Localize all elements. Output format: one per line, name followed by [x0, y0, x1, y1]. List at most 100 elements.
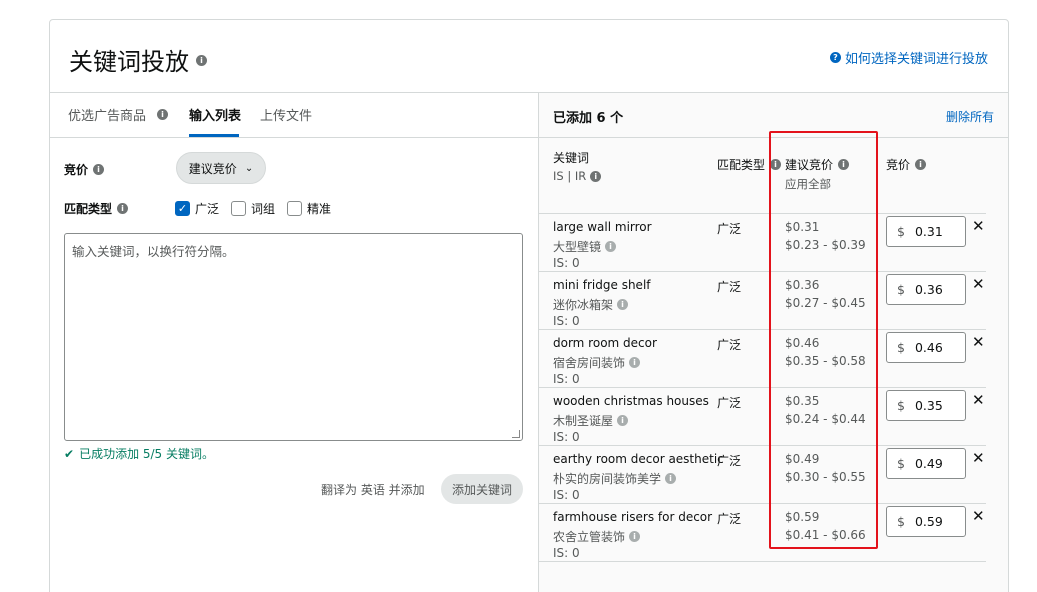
- add-keywords-button[interactable]: 添加关键词: [441, 474, 523, 504]
- match-type-value: 广泛: [717, 396, 742, 410]
- column-suggested-bid: 建议竞价 i 应用全部: [785, 156, 850, 192]
- table-row: earthy room decor aesthetic 朴实的房间装饰美学 i I…: [539, 446, 986, 504]
- impression-share: IS: 0: [553, 430, 580, 444]
- keyword-translation: 迷你冰箱架: [553, 298, 614, 312]
- help-link-label: 如何选择关键词进行投放: [844, 52, 988, 67]
- column-keyword: 关键词 IS | IR i: [553, 149, 602, 183]
- match-exact-checkbox[interactable]: 精准: [287, 200, 331, 217]
- impression-share: IS: 0: [553, 372, 580, 386]
- checkbox-box: [231, 201, 247, 216]
- keyword-text: large wall mirror: [553, 220, 652, 234]
- keyword-text: dorm room decor: [553, 336, 657, 350]
- match-type-value: 广泛: [717, 454, 742, 468]
- bid-input[interactable]: $0.46: [886, 332, 966, 363]
- table-row: mini fridge shelf 迷你冰箱架 i IS: 0 广泛 $0.36 …: [539, 272, 986, 330]
- table-row: wooden christmas houses 木制圣诞屋 i IS: 0 广泛 …: [539, 388, 986, 446]
- apply-all-link[interactable]: 应用全部: [785, 176, 849, 192]
- checkbox-box: [287, 201, 303, 216]
- tab-enter-list[interactable]: 输入列表: [189, 105, 241, 124]
- card-header: 关键词投放 i ? 如何选择关键词进行投放: [50, 20, 1008, 93]
- info-icon[interactable]: i: [590, 170, 602, 182]
- suggested-bid-value: $0.31: [785, 220, 820, 234]
- suggested-bid-range: $0.30 - $0.55: [785, 470, 866, 484]
- right-pane: 已添加 6 个 删除所有 关键词 IS | IR i 匹配类型 i 建议竞价 i…: [538, 93, 1008, 592]
- bid-input[interactable]: $0.49: [886, 448, 966, 479]
- suggested-bid-range: $0.35 - $0.58: [785, 354, 866, 368]
- info-icon[interactable]: i: [117, 203, 129, 214]
- match-type-value: 广泛: [717, 512, 742, 526]
- active-tab-indicator: [189, 134, 239, 137]
- match-type-value: 广泛: [717, 222, 742, 236]
- bid-input[interactable]: $0.31: [886, 216, 966, 247]
- remove-keyword-icon[interactable]: ✕: [972, 333, 985, 351]
- info-icon[interactable]: i: [93, 164, 105, 175]
- suggested-bid-range: $0.27 - $0.45: [785, 296, 866, 310]
- keyword-translation: 宿舍房间装饰: [553, 356, 626, 370]
- keyword-translation: 农舍立管装饰: [553, 530, 626, 544]
- column-match-type: 匹配类型 i: [717, 156, 782, 173]
- info-icon[interactable]: i: [770, 159, 782, 170]
- impression-share: IS: 0: [553, 314, 580, 328]
- keyword-text: mini fridge shelf: [553, 278, 651, 292]
- match-phrase-checkbox[interactable]: 词组: [231, 200, 275, 217]
- resize-grip-icon[interactable]: [512, 430, 520, 438]
- info-icon[interactable]: i: [617, 415, 629, 426]
- translate-option[interactable]: 翻译为 英语 并添加: [321, 481, 425, 498]
- keyword-translation: 朴实的房间装饰美学: [553, 472, 662, 486]
- match-type-value: 广泛: [717, 280, 742, 294]
- textarea-placeholder: 输入关键词，以换行符分隔。: [72, 244, 235, 259]
- match-type-label: 匹配类型 i: [64, 200, 129, 217]
- success-message: ✔ 已成功添加 5/5 关键词。: [64, 446, 215, 462]
- remove-keyword-icon[interactable]: ✕: [972, 391, 985, 409]
- info-icon[interactable]: i: [838, 159, 850, 170]
- info-icon[interactable]: i: [629, 531, 641, 542]
- info-icon[interactable]: i: [915, 159, 927, 170]
- suggested-bid-range: $0.24 - $0.44: [785, 412, 866, 426]
- added-header: 已添加 6 个 删除所有: [539, 93, 1008, 138]
- page-title: 关键词投放: [69, 48, 189, 76]
- left-pane: 优选广告商品 i 输入列表 上传文件 竞价 i 建议竞价 ⌄ 匹配类型 i ✓: [50, 93, 538, 592]
- tab-upload-file[interactable]: 上传文件: [260, 105, 312, 124]
- bid-input[interactable]: $0.59: [886, 506, 966, 537]
- match-type-options: ✓ 广泛 词组 精准: [175, 200, 331, 217]
- column-bid: 竞价 i: [886, 156, 927, 173]
- remove-keyword-icon[interactable]: ✕: [972, 217, 985, 235]
- remove-keyword-icon[interactable]: ✕: [972, 275, 985, 293]
- match-type-value: 广泛: [717, 338, 742, 352]
- suggested-bid-value: $0.36: [785, 278, 820, 292]
- delete-all-link[interactable]: 删除所有: [946, 108, 994, 125]
- keyword-textarea[interactable]: 输入关键词，以换行符分隔。: [64, 233, 523, 441]
- remove-keyword-icon[interactable]: ✕: [972, 507, 985, 525]
- info-icon[interactable]: i: [605, 241, 617, 252]
- info-icon[interactable]: i: [196, 55, 207, 66]
- impression-share: IS: 0: [553, 488, 580, 502]
- bid-type-dropdown[interactable]: 建议竞价 ⌄: [176, 152, 266, 184]
- match-broad-checkbox[interactable]: ✓ 广泛: [175, 200, 219, 217]
- info-icon[interactable]: i: [617, 299, 629, 310]
- info-icon[interactable]: i: [665, 473, 677, 484]
- keyword-translation: 木制圣诞屋: [553, 414, 614, 428]
- tab-recommended-products[interactable]: 优选广告商品 i: [68, 105, 169, 124]
- check-icon: ✔: [64, 446, 75, 461]
- info-icon[interactable]: i: [157, 109, 169, 120]
- keyword-text: wooden christmas houses: [553, 394, 709, 408]
- keyword-text: farmhouse risers for decor: [553, 510, 713, 524]
- help-link[interactable]: ? 如何选择关键词进行投放: [829, 48, 988, 67]
- table-row: large wall mirror 大型壁镜 i IS: 0 广泛 $0.31 $…: [539, 214, 986, 272]
- table-row: dorm room decor 宿舍房间装饰 i IS: 0 广泛 $0.46 $…: [539, 330, 986, 388]
- bid-label: 竞价 i: [64, 161, 105, 178]
- question-icon: ?: [829, 52, 841, 63]
- keyword-translation: 大型壁镜: [553, 240, 602, 254]
- suggested-bid-range: $0.23 - $0.39: [785, 238, 866, 252]
- keyword-text: earthy room decor aesthetic: [553, 452, 724, 466]
- impression-share: IS: 0: [553, 256, 580, 270]
- bid-input[interactable]: $0.35: [886, 390, 966, 421]
- remove-keyword-icon[interactable]: ✕: [972, 449, 985, 467]
- suggested-bid-range: $0.41 - $0.66: [785, 528, 866, 542]
- suggested-bid-value: $0.49: [785, 452, 820, 466]
- impression-share: IS: 0: [553, 546, 580, 560]
- suggested-bid-value: $0.35: [785, 394, 820, 408]
- info-icon[interactable]: i: [629, 357, 641, 368]
- bid-input[interactable]: $0.36: [886, 274, 966, 305]
- suggested-bid-value: $0.59: [785, 510, 820, 524]
